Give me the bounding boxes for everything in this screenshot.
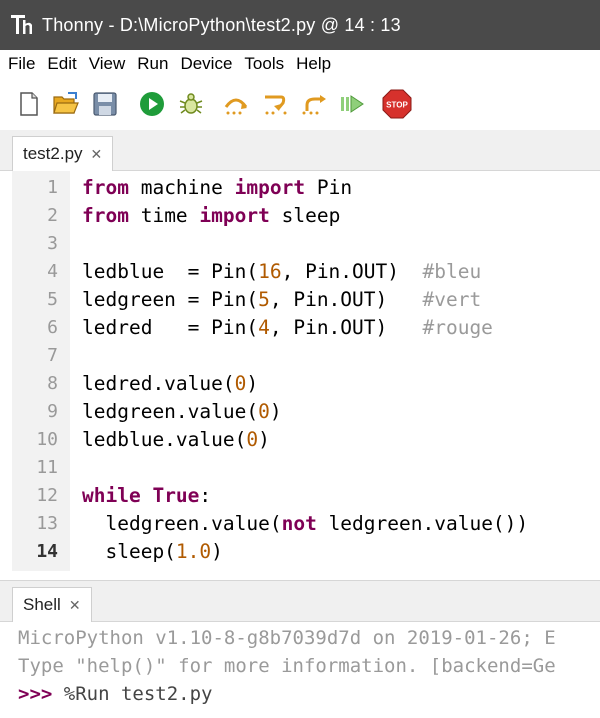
- save-icon[interactable]: [92, 91, 118, 117]
- toolbar: STOP: [0, 78, 600, 130]
- shell-console[interactable]: MicroPython v1.10-8-g8b7039d7d on 2019-0…: [12, 622, 600, 718]
- menu-run[interactable]: Run: [133, 54, 172, 74]
- line-number: 6: [47, 317, 58, 338]
- line-number: 8: [47, 373, 58, 394]
- line-number: 11: [36, 457, 58, 478]
- shell-banner-line: MicroPython v1.10-8-g8b7039d7d on 2019-0…: [18, 627, 556, 649]
- tab-test2-py[interactable]: test2.py ✕: [12, 136, 114, 171]
- title-bar: Thonny - D:\MicroPython\test2.py @ 14 : …: [0, 0, 600, 50]
- line-number-current: 14: [36, 541, 58, 562]
- code-line-6: ledred = Pin(4, Pin.OUT) #rouge: [82, 316, 493, 339]
- line-number: 4: [47, 261, 58, 282]
- shell-prompt: >>>: [18, 683, 53, 705]
- code-line-4: ledblue = Pin(16, Pin.OUT) #bleu: [82, 260, 482, 283]
- tab-label: test2.py: [23, 144, 83, 163]
- code-line-2: from time import sleep: [82, 204, 341, 227]
- debug-icon[interactable]: [177, 91, 203, 117]
- line-number: 5: [47, 289, 58, 310]
- line-number: 13: [36, 513, 58, 534]
- code-line-14: sleep(1.0): [82, 540, 223, 563]
- window-title: Thonny - D:\MicroPython\test2.py @ 14 : …: [42, 14, 401, 35]
- resume-icon[interactable]: [338, 91, 364, 117]
- step-over-icon[interactable]: [222, 91, 248, 117]
- code-line-5: ledgreen = Pin(5, Pin.OUT) #vert: [82, 288, 482, 311]
- thonny-logo-icon: [10, 12, 36, 38]
- code-area[interactable]: from machine import Pin from time import…: [70, 171, 600, 571]
- close-icon[interactable]: ✕: [91, 146, 103, 163]
- run-icon[interactable]: [139, 91, 165, 117]
- tab-shell[interactable]: Shell ✕: [12, 587, 92, 622]
- code-line-1: from machine import Pin: [82, 176, 353, 199]
- line-number-gutter: 1 2 3 4 5 6 7 8 9 10 11 12 13 14: [12, 171, 70, 571]
- close-icon[interactable]: ✕: [69, 597, 81, 614]
- svg-text:STOP: STOP: [386, 101, 408, 110]
- menu-view[interactable]: View: [85, 54, 130, 74]
- menu-edit[interactable]: Edit: [43, 54, 80, 74]
- code-editor[interactable]: 1 2 3 4 5 6 7 8 9 10 11 12 13 14 from ma…: [12, 171, 600, 571]
- editor-tab-bar: test2.py ✕: [0, 130, 600, 171]
- shell-help-line: Type "help()" for more information. [bac…: [18, 655, 556, 677]
- menu-device[interactable]: Device: [176, 54, 236, 74]
- code-line-12: while True:: [82, 484, 212, 507]
- shell-command-line: >>> %Run test2.py: [18, 680, 212, 708]
- line-number: 2: [47, 205, 58, 226]
- menu-bar: File Edit View Run Device Tools Help: [0, 50, 600, 78]
- stop-icon[interactable]: STOP: [382, 89, 412, 119]
- menu-file[interactable]: File: [4, 54, 39, 74]
- shell-tab-bar: Shell ✕: [0, 580, 600, 622]
- line-number: 3: [47, 233, 58, 254]
- line-number: 10: [36, 429, 58, 450]
- code-line-13: ledgreen.value(not ledgreen.value()): [82, 512, 529, 535]
- code-line-10: ledblue.value(0): [82, 428, 270, 451]
- code-line-8: ledred.value(0): [82, 372, 259, 395]
- step-out-icon[interactable]: [301, 91, 327, 117]
- shell-command: %Run test2.py: [52, 683, 213, 705]
- open-folder-icon[interactable]: [52, 91, 79, 117]
- menu-help[interactable]: Help: [292, 54, 335, 74]
- code-line-9: ledgreen.value(0): [82, 400, 282, 423]
- line-number: 12: [36, 485, 58, 506]
- step-into-icon[interactable]: [261, 91, 287, 117]
- line-number: 1: [47, 177, 58, 198]
- line-number: 9: [47, 401, 58, 422]
- shell-tab-label: Shell: [23, 595, 61, 614]
- line-number: 7: [47, 345, 58, 366]
- new-file-icon[interactable]: [16, 91, 42, 117]
- menu-tools[interactable]: Tools: [240, 54, 288, 74]
